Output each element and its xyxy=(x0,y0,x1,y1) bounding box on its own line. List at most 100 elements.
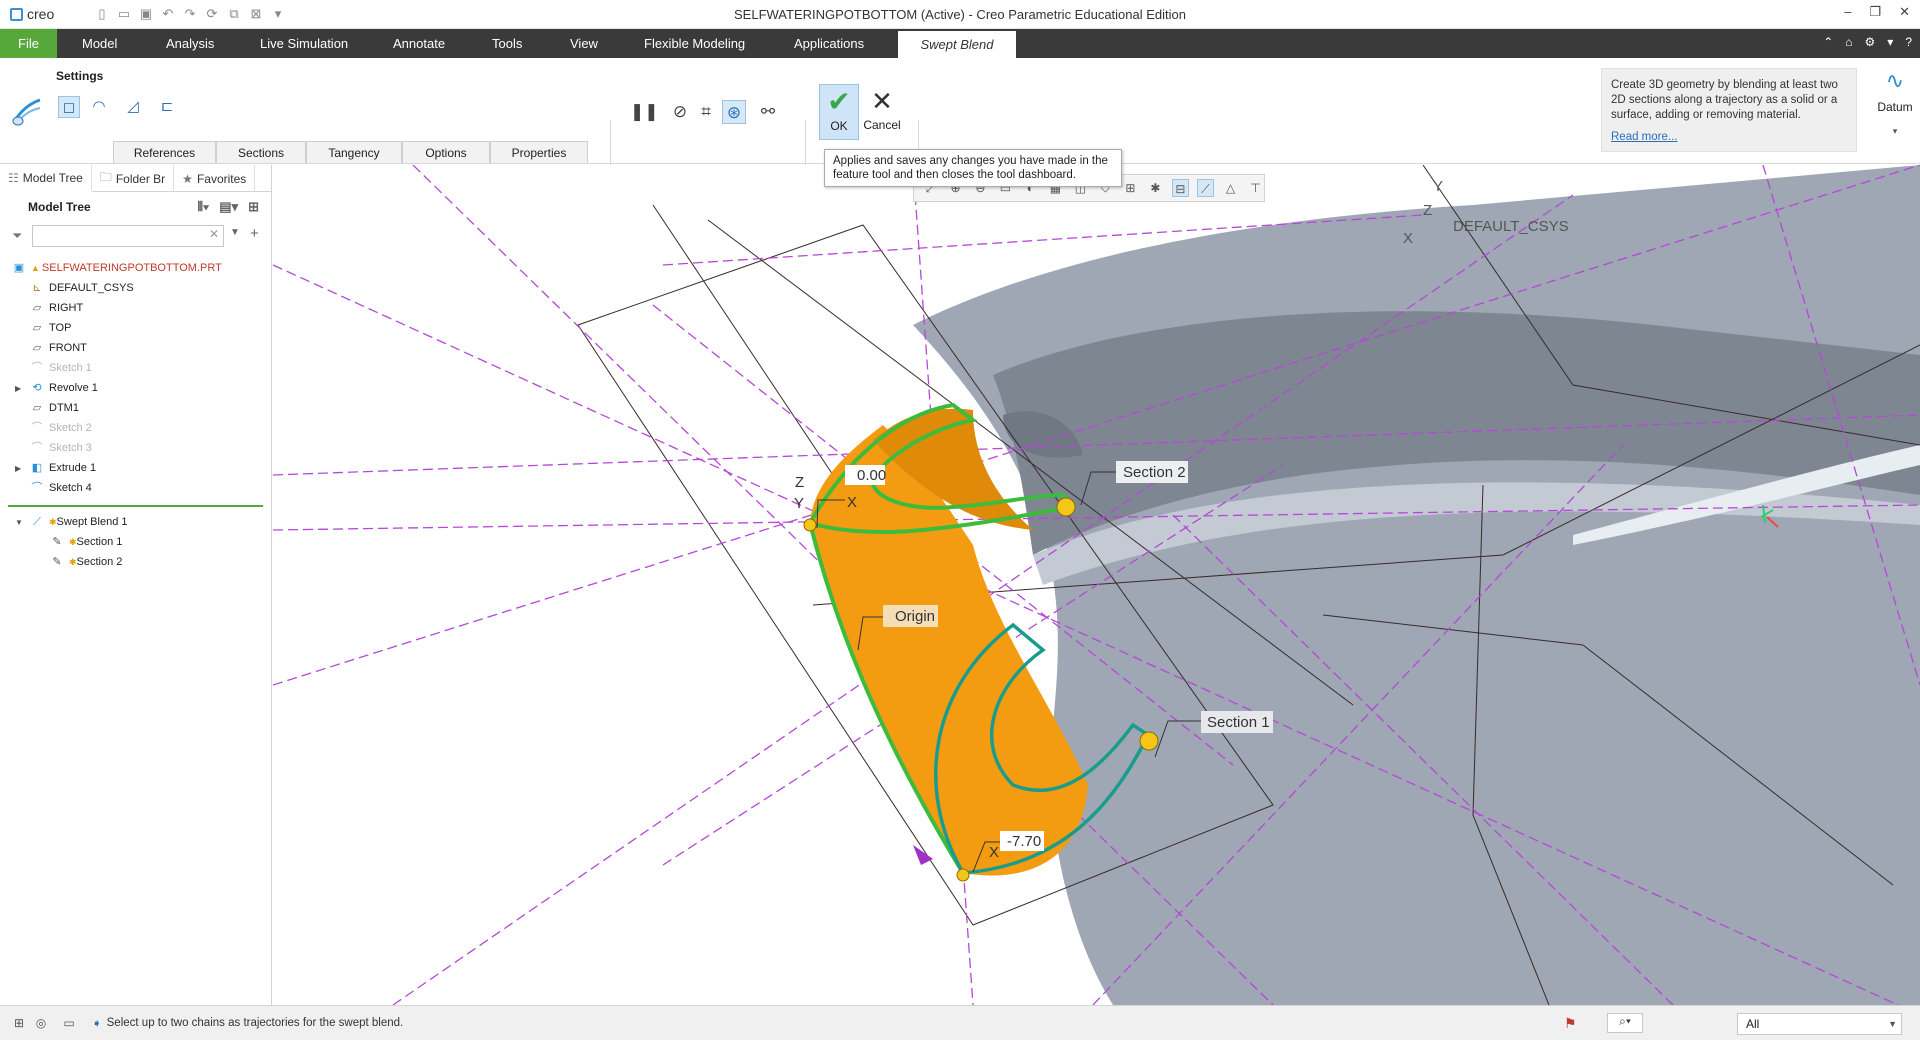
tree-search-input[interactable] xyxy=(32,225,224,247)
tab-flexible-modeling[interactable]: Flexible Modeling xyxy=(634,29,755,58)
restore-icon[interactable]: ❐ xyxy=(1869,4,1881,20)
expand-icon[interactable]: ▶ xyxy=(15,384,21,393)
tree-settings-icon[interactable]: ⫴▾ xyxy=(197,199,209,215)
tree-item-top[interactable]: ▱ TOP xyxy=(0,318,271,338)
tab-live-simulation[interactable]: Live Simulation xyxy=(250,29,358,58)
csys-axis-x: X xyxy=(1403,230,1413,247)
datum-display-icon[interactable]: ⊞ xyxy=(1122,179,1139,197)
clear-search-icon[interactable]: ✕ xyxy=(209,227,219,241)
tree-item-label: Sketch 4 xyxy=(49,482,92,494)
tree-item-dtm1[interactable]: ▱ DTM1 xyxy=(0,398,271,418)
expand-icon[interactable]: ▶ xyxy=(15,464,21,473)
verify-mode-icon[interactable]: ⊛ xyxy=(722,100,746,124)
tree-item-label: Sketch 3 xyxy=(49,442,92,454)
tree-item-sketch-4[interactable]: ⌒ Sketch 4 xyxy=(0,478,271,498)
tab-swept-blend[interactable]: Swept Blend xyxy=(898,31,1016,58)
feature-preview-icon[interactable]: ⚯ xyxy=(756,100,780,124)
datum-button[interactable]: ∿ Datum ▾ xyxy=(1873,68,1917,137)
help-icon[interactable]: ? xyxy=(1905,35,1912,49)
tab-file[interactable]: File xyxy=(0,29,57,58)
annotation-display-icon[interactable]: ✱ xyxy=(1147,179,1164,197)
section-2-handle[interactable] xyxy=(1056,497,1076,517)
tab-model[interactable]: Model xyxy=(72,29,127,58)
tree-item-sketch-3[interactable]: ⌒ Sketch 3 xyxy=(0,438,271,458)
tab-applications[interactable]: Applications xyxy=(784,29,874,58)
origin-point-marker[interactable] xyxy=(803,518,817,532)
collapse-icon[interactable]: ▼ xyxy=(15,518,23,527)
origin-tag[interactable]: Origin xyxy=(895,608,935,625)
minimize-icon[interactable]: – xyxy=(1844,4,1851,20)
plane-display-icon[interactable]: ⊟ xyxy=(1171,179,1189,197)
tab-model-tree[interactable]: ☷ Model Tree xyxy=(0,165,92,192)
point-display-icon[interactable]: △ xyxy=(1222,179,1239,197)
graphics-window[interactable]: Y Z X DEFAULT_CSYS Z Y X X 0.00 -7.70 Se… xyxy=(273,165,1920,1005)
subtab-references[interactable]: References xyxy=(113,141,216,163)
plane-icon: ▱ xyxy=(32,322,42,334)
find-button[interactable]: ⌕▾ xyxy=(1607,1013,1643,1033)
subtab-sections[interactable]: Sections xyxy=(216,141,306,163)
datum-label: Datum xyxy=(1877,100,1913,114)
tab-favorites[interactable]: ★ Favorites xyxy=(174,165,256,192)
home-icon[interactable]: ⌂ xyxy=(1845,35,1852,49)
search-dropdown-icon[interactable]: ▼ xyxy=(230,227,240,238)
tree-filter-settings-icon[interactable]: ⊞ xyxy=(248,199,259,215)
collapse-ribbon-icon[interactable]: ⌃ xyxy=(1823,35,1833,49)
tree-item-default-csys[interactable]: ⊾ DEFAULT_CSYS xyxy=(0,278,271,298)
tree-item-right[interactable]: ▱ RIGHT xyxy=(0,298,271,318)
tree-item-swept-blend-1[interactable]: ▼ ⟋ ✱ Swept Blend 1 xyxy=(0,512,271,532)
thicken-option-icon[interactable]: ⊏ xyxy=(156,96,178,118)
add-filter-icon[interactable]: + xyxy=(250,225,259,242)
browser-toggle-icon[interactable]: ◎ xyxy=(34,1016,48,1030)
insert-here-marker[interactable] xyxy=(8,505,263,507)
tab-view[interactable]: View xyxy=(560,29,608,58)
dim-top-value[interactable]: 0.00 xyxy=(857,467,886,484)
axis-display-icon[interactable]: ⟋ xyxy=(1196,179,1215,197)
read-more-link[interactable]: Read more... xyxy=(1611,130,1847,145)
plane-icon: ▱ xyxy=(32,302,42,314)
navigator-tabs: ☷ Model Tree 🗀 Folder Br ★ Favorites xyxy=(0,165,271,192)
tree-item-section-1[interactable]: ✎ ✱ Section 1 xyxy=(0,532,271,552)
tree-item-extrude-1[interactable]: ▶ ◧ Extrude 1 xyxy=(0,458,271,478)
sketch-icon: ⌒ xyxy=(31,442,43,454)
cancel-button[interactable]: ✕ Cancel xyxy=(862,84,902,140)
tree-item-label: Extrude 1 xyxy=(49,462,97,474)
solid-option-icon[interactable]: ◻ xyxy=(58,96,80,118)
selection-filter-dropdown[interactable]: All ▼ xyxy=(1737,1013,1902,1035)
section-1-handle[interactable] xyxy=(1139,731,1159,751)
pause-icon[interactable]: ❚❚ xyxy=(630,100,659,124)
remove-material-icon[interactable]: ◿ xyxy=(122,96,144,118)
end-point-marker[interactable] xyxy=(956,868,970,882)
tree-item-sketch-2[interactable]: ⌒ Sketch 2 xyxy=(0,418,271,438)
subtab-properties[interactable]: Properties xyxy=(490,141,588,163)
csys-display-icon[interactable]: ⊤ xyxy=(1247,179,1264,197)
ok-button[interactable]: ✔ OK xyxy=(819,84,859,140)
fullscreen-icon[interactable]: ▭ xyxy=(62,1016,76,1030)
model-view[interactable]: Y Z X DEFAULT_CSYS Z Y X X 0.00 -7.70 Se… xyxy=(273,165,1920,1005)
settings-icon[interactable]: ⚙ xyxy=(1865,35,1876,49)
dropdown-icon[interactable]: ▾ xyxy=(1887,35,1893,49)
section-2-tag[interactable]: Section 2 xyxy=(1123,464,1186,481)
regeneration-flag-icon[interactable]: ⚑ xyxy=(1564,1015,1577,1032)
preview-geometry-icon[interactable]: ⌗ xyxy=(694,100,718,124)
subtab-tangency[interactable]: Tangency xyxy=(306,141,402,163)
no-preview-icon[interactable]: ⊘ xyxy=(668,100,692,124)
tree-item-section-2[interactable]: ✎ ✱ Section 2 xyxy=(0,552,271,572)
tab-analysis[interactable]: Analysis xyxy=(156,29,224,58)
tree-item-sketch-1[interactable]: ⌒ Sketch 1 xyxy=(0,358,271,378)
tab-folder-browser[interactable]: 🗀 Folder Br xyxy=(92,165,175,192)
close-icon[interactable]: ✕ xyxy=(1899,4,1910,20)
tree-item-revolve-1[interactable]: ▶ ⟲ Revolve 1 xyxy=(0,378,271,398)
model-tree-icon: ☷ xyxy=(8,170,19,185)
navigator-toggle-icon[interactable]: ⊞ xyxy=(12,1016,26,1030)
section-1-tag[interactable]: Section 1 xyxy=(1207,714,1270,731)
tree-columns-icon[interactable]: ▤▾ xyxy=(219,199,238,215)
subtab-options[interactable]: Options xyxy=(402,141,490,163)
tab-annotate[interactable]: Annotate xyxy=(383,29,455,58)
dim-bottom-value[interactable]: -7.70 xyxy=(1007,833,1041,850)
surface-option-icon[interactable]: ◠ xyxy=(88,96,110,118)
datum-dropdown-icon[interactable]: ▾ xyxy=(1873,126,1917,137)
trajectory-direction-arrow[interactable] xyxy=(913,845,933,865)
tree-item-part[interactable]: ▣ ▲ SELFWATERINGPOTBOTTOM.PRT xyxy=(0,258,271,278)
tab-tools[interactable]: Tools xyxy=(482,29,532,58)
tree-item-front[interactable]: ▱ FRONT xyxy=(0,338,271,358)
